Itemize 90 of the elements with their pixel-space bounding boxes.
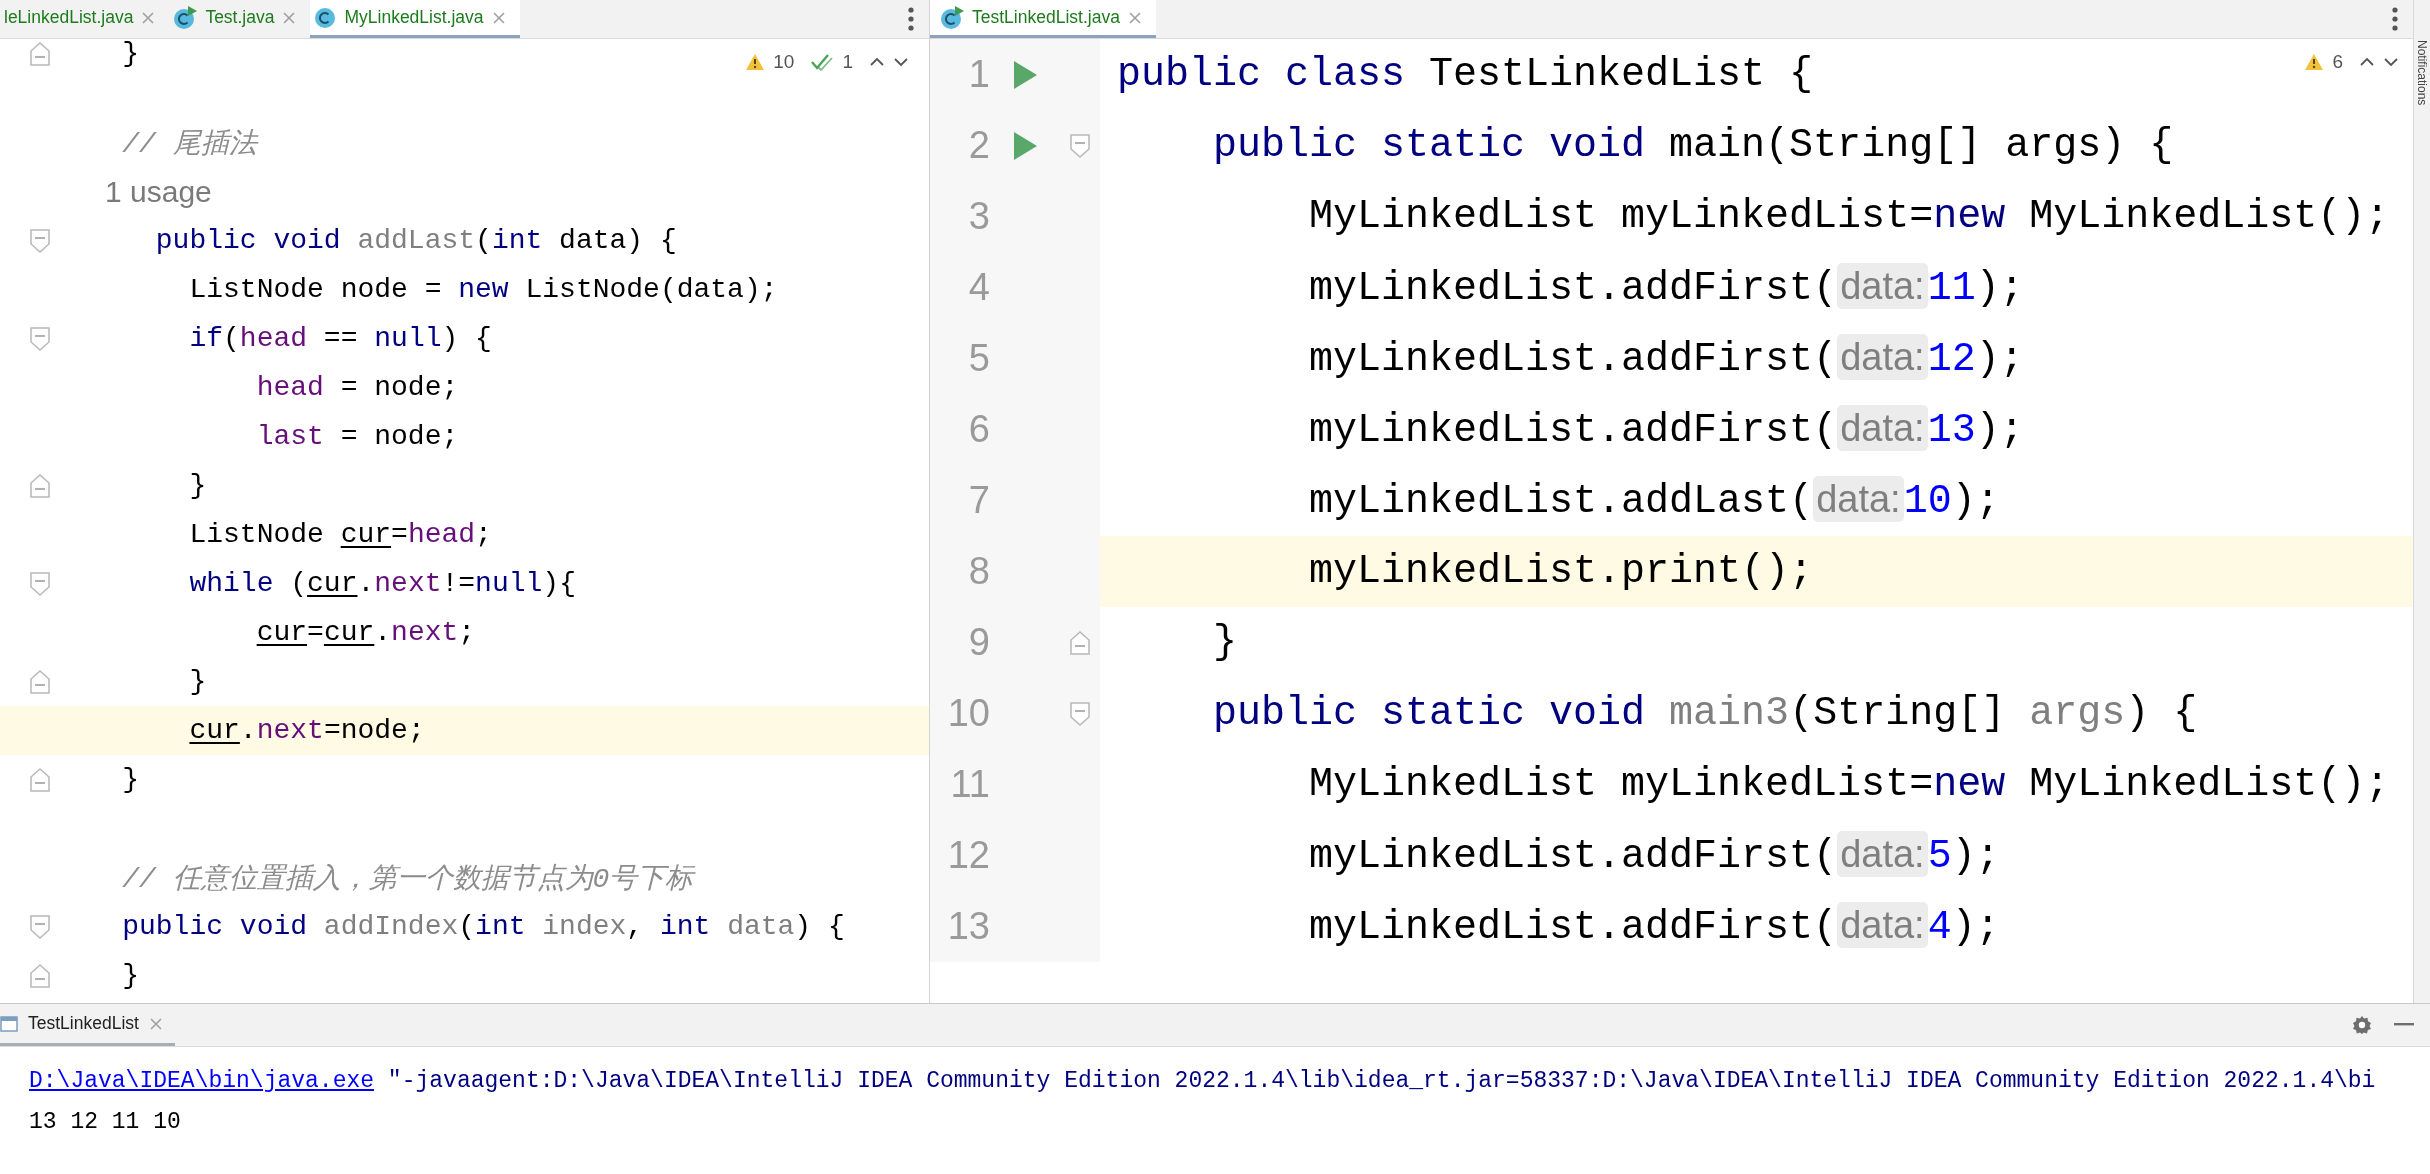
code-line: myLinkedList.addFirst(data:11); (1308, 264, 2024, 311)
fold-icon[interactable] (30, 914, 50, 939)
code-line: MyLinkedList myLinkedList=new MyLinkedList(); (1308, 194, 2390, 239)
chevron-down-icon[interactable] (893, 57, 909, 67)
editor-tab[interactable]: leLinkedList.java (0, 0, 170, 38)
chevron-down-icon[interactable] (2383, 57, 2399, 67)
code-line: public static void main3(String[] args) { (1212, 691, 2198, 736)
settings-icon[interactable] (2352, 1015, 2372, 1035)
editor-tab[interactable]: MyLinkedList.java (310, 0, 520, 38)
fold-icon[interactable] (30, 767, 50, 792)
line-number: 5 (967, 336, 990, 381)
code-line: } (188, 470, 207, 501)
code-line: } (1212, 620, 1238, 665)
code-line: public void addLast(int data) { (154, 225, 677, 256)
more-icon[interactable] (2391, 6, 2399, 32)
close-icon[interactable] (148, 1016, 163, 1031)
code-line: head = node; (255, 372, 459, 403)
warning-icon (745, 53, 766, 71)
line-number: 2 (967, 123, 990, 168)
fold-icon[interactable] (30, 669, 50, 694)
fold-icon[interactable] (30, 963, 50, 988)
code-line: MyLinkedList myLinkedList=new MyLinkedList(); (1308, 762, 2390, 807)
line-number: 8 (967, 549, 990, 594)
usage-link[interactable]: 1 usage (55, 174, 212, 209)
runnable-class-icon (940, 5, 964, 30)
run-icon[interactable] (1012, 59, 1038, 90)
run-icon[interactable] (1012, 130, 1038, 161)
code-line: myLinkedList.print(); (1308, 549, 1814, 594)
code-line: last = node; (255, 421, 459, 452)
line-number: 9 (967, 620, 990, 665)
line-number: 11 (949, 762, 990, 807)
fold-icon[interactable] (1070, 630, 1090, 655)
code-comment: // 任意位置插入，第一个数据节点为0号下标 (121, 862, 694, 897)
fold-icon[interactable] (30, 42, 50, 66)
line-number: 12 (946, 833, 990, 878)
fold-icon[interactable] (1070, 701, 1090, 726)
fold-icon[interactable] (30, 473, 50, 498)
code-line: cur=cur.next; (255, 617, 476, 648)
close-icon[interactable] (1127, 10, 1142, 25)
console-line: D:\Java\IDEA\bin\java.exe "-javaagent:D:\Java\IDEA\IntelliJ IDEA Community Edition 2022.1.4\lib\idea_rt.jar=58337:D:\Java\IDEA\IntelliJ IDEA Community Edition 2022.1.4\bi (29, 1067, 2377, 1096)
editor-tab[interactable]: Test.java (169, 0, 311, 38)
code-line: public class TestLinkedList { (1116, 52, 1814, 97)
code-line: myLinkedList.addFirst(data:13); (1308, 406, 2024, 453)
editor-tab[interactable]: TestLinkedList.java (930, 0, 1156, 38)
line-number: 7 (967, 478, 990, 523)
code-line: if(head == null) { (188, 323, 492, 354)
fold-icon[interactable] (30, 571, 50, 596)
code-line: } (121, 764, 139, 795)
code-line: cur.next=node; (188, 715, 425, 746)
line-number: 1 (967, 52, 990, 97)
close-icon[interactable] (282, 10, 297, 25)
close-icon[interactable] (141, 10, 156, 25)
chevron-up-icon[interactable] (2359, 57, 2375, 67)
line-number: 13 (946, 904, 990, 949)
double-check-icon (810, 53, 835, 71)
line-number: 4 (967, 265, 990, 310)
line-number: 3 (967, 194, 990, 239)
executable-link[interactable]: D:\Java\IDEA\bin\java.exe (29, 1068, 375, 1094)
minimize-icon[interactable] (2394, 1023, 2414, 1027)
code-comment: // 尾插法 (121, 127, 257, 162)
code-line: myLinkedList.addFirst(data:4); (1308, 903, 2000, 950)
warning-count[interactable]: 6 (2332, 51, 2343, 73)
warning-count[interactable]: 10 (773, 51, 795, 73)
runnable-class-icon (173, 5, 198, 30)
class-icon (314, 6, 337, 29)
code-line: while (cur.next!=null){ (188, 568, 576, 599)
fold-icon[interactable] (30, 326, 50, 351)
console-icon (0, 1015, 18, 1032)
weak-warning-count[interactable]: 1 (842, 51, 853, 73)
code-line: myLinkedList.addFirst(data:5); (1308, 832, 2000, 879)
fold-icon[interactable] (30, 228, 50, 253)
code-line: public void addIndex(int index, int data) { (121, 911, 845, 942)
fold-icon[interactable] (1070, 133, 1090, 158)
code-line: } (121, 39, 139, 69)
more-icon[interactable] (907, 6, 915, 32)
chevron-up-icon[interactable] (869, 57, 885, 67)
code-line: ListNode node = new ListNode(data); (188, 274, 778, 305)
run-tab[interactable]: TestLinkedList (0, 1004, 175, 1046)
line-number: 10 (946, 691, 990, 736)
code-line: } (121, 960, 139, 991)
code-line: myLinkedList.addLast(data:10); (1308, 477, 2000, 524)
notifications-tab[interactable]: Notifications (2415, 40, 2429, 106)
warning-icon (2304, 53, 2325, 71)
code-line: } (188, 666, 207, 697)
code-line: public static void main(String[] args) { (1212, 123, 2174, 168)
code-line: ListNode cur=head; (188, 519, 492, 550)
line-number: 6 (967, 407, 990, 452)
console-line: 13 12 11 10 (29, 1108, 182, 1137)
code-line: myLinkedList.addFirst(data:12); (1308, 335, 2024, 382)
close-icon[interactable] (491, 10, 506, 25)
